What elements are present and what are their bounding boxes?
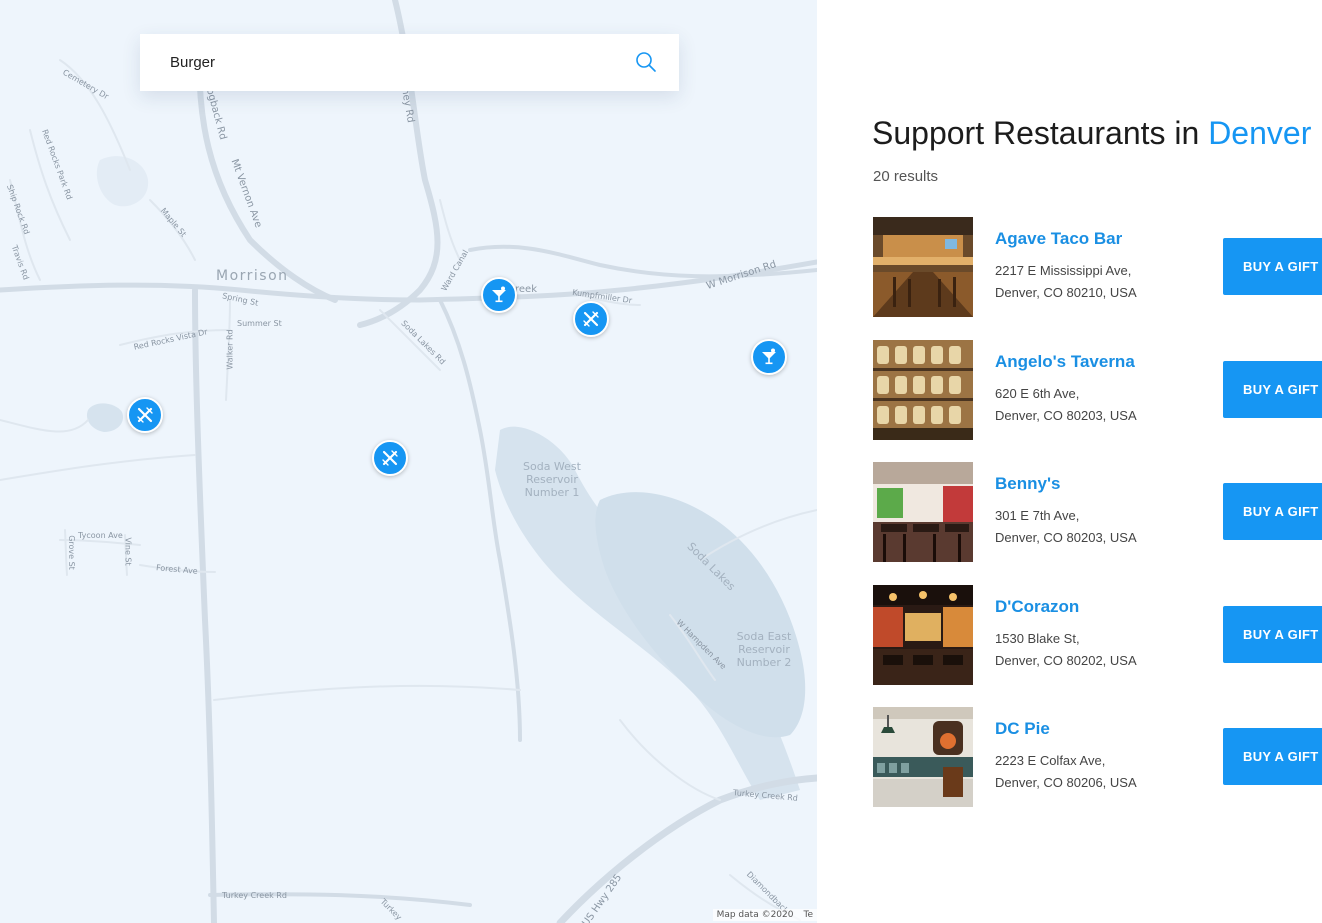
- utensils-icon: [382, 450, 398, 466]
- map-marker-restaurant[interactable]: [573, 301, 609, 337]
- restaurant-photo[interactable]: [873, 584, 973, 685]
- restaurant-photo[interactable]: [873, 707, 973, 807]
- cocktail-icon: [492, 286, 506, 303]
- map-attribution: Map data ©2020 Te: [712, 909, 817, 921]
- restaurant-row: DC Pie 2223 E Colfax Ave, Denver, CO 802…: [873, 707, 1322, 807]
- restaurant-address-line1: 2217 E Mississippi Ave,: [995, 263, 1132, 278]
- map-data-copyright: Map data ©2020: [716, 910, 794, 920]
- restaurant-address-line1: 1530 Blake St,: [995, 630, 1080, 646]
- restaurant-name[interactable]: Agave Taco Bar: [995, 229, 1122, 249]
- restaurant-name[interactable]: Angelo's Taverna: [995, 352, 1135, 372]
- restaurant-photo[interactable]: [873, 462, 973, 562]
- utensils-icon: [583, 311, 599, 327]
- restaurant-address-line1: 2223 E Colfax Ave,: [995, 753, 1106, 768]
- search-box: [140, 34, 679, 91]
- restaurant-address: 1530 Blake St, Denver, CO 80202, USA: [995, 628, 1137, 672]
- map-marker-restaurant[interactable]: [372, 440, 408, 476]
- map-label-bear-creek: reek: [515, 284, 537, 295]
- buy-gift-card-button[interactable]: BUY A GIFT CARD: [1223, 360, 1322, 418]
- map-label-walker-rd: Walker Rd: [225, 329, 235, 370]
- map-label-tycoon-ave: Tycoon Ave: [78, 531, 123, 540]
- restaurant-address: 620 E 6th Ave, Denver, CO 80203, USA: [995, 383, 1137, 427]
- restaurant-name[interactable]: Benny's: [995, 474, 1060, 494]
- restaurant-row: Agave Taco Bar 2217 E Mississippi Ave, D…: [873, 217, 1322, 317]
- map-canvas[interactable]: [0, 0, 817, 923]
- restaurant-photo[interactable]: [873, 217, 973, 317]
- restaurant-address: 301 E 7th Ave, Denver, CO 80203, USA: [995, 505, 1137, 549]
- app: Morrison Spring St Summer St Red Rocks V…: [0, 0, 1322, 923]
- map-label-soda-east: Soda East Reservoir Number 2: [736, 630, 792, 669]
- restaurant-address-line1: 620 E 6th Ave,: [995, 385, 1080, 401]
- utensils-icon: [137, 407, 153, 423]
- map-label-turkey-creek-rd-2: Turkey Creek Rd: [222, 891, 287, 900]
- restaurant-address-line2: Denver, CO 80203, USA: [995, 407, 1137, 423]
- restaurant-row: Angelo's Taverna 620 E 6th Ave, Denver, …: [873, 339, 1322, 440]
- restaurant-row: D'Corazon 1530 Blake St, Denver, CO 8020…: [873, 584, 1322, 685]
- page-title: Support Restaurants in Denver: [872, 115, 1311, 152]
- restaurant-address-line2: Denver, CO 80203, USA: [995, 530, 1137, 545]
- page-title-city[interactable]: Denver: [1208, 115, 1311, 151]
- road-hwy-8: [192, 287, 217, 923]
- restaurant-address-line2: Denver, CO 80202, USA: [995, 652, 1137, 668]
- map[interactable]: Morrison Spring St Summer St Red Rocks V…: [0, 0, 817, 923]
- map-label-soda-west: Soda West Reservoir Number 1: [523, 460, 581, 499]
- restaurant-address-line1: 301 E 7th Ave,: [995, 508, 1080, 523]
- restaurant-address: 2223 E Colfax Ave, Denver, CO 80206, USA: [995, 750, 1137, 794]
- map-label-morrison: Morrison: [216, 268, 289, 284]
- page-title-prefix: Support Restaurants in: [872, 115, 1209, 151]
- map-terms-link[interactable]: Te: [803, 910, 813, 920]
- buy-gift-card-button[interactable]: BUY A GIFT CARD: [1223, 605, 1322, 663]
- restaurant-photo[interactable]: [873, 339, 973, 440]
- result-count: 20 results: [873, 168, 939, 185]
- results-panel: Support Restaurants in Denver 20 results: [817, 0, 1322, 923]
- map-label-grove-st: Grove St: [66, 535, 76, 570]
- hill-shade: [96, 156, 149, 207]
- map-marker-bar[interactable]: [481, 277, 517, 313]
- restaurant-name[interactable]: DC Pie: [995, 719, 1050, 739]
- cocktail-icon: [762, 348, 776, 365]
- buy-gift-card-button[interactable]: BUY A GIFT CARD: [1223, 728, 1322, 785]
- map-marker-restaurant[interactable]: [127, 397, 163, 433]
- search-input[interactable]: [170, 34, 620, 91]
- road-c470: [438, 298, 522, 742]
- restaurant-address: 2217 E Mississippi Ave, Denver, CO 80210…: [995, 260, 1137, 304]
- map-label-summer-st: Summer St: [237, 319, 282, 328]
- restaurant-list: Agave Taco Bar 2217 E Mississippi Ave, D…: [873, 217, 1322, 830]
- map-marker-bar[interactable]: [751, 339, 787, 375]
- map-label-vine-st: Vine St: [123, 537, 133, 566]
- restaurant-name[interactable]: D'Corazon: [995, 597, 1079, 617]
- buy-gift-card-button[interactable]: BUY A GIFT CARD: [1223, 238, 1322, 295]
- restaurant-address-line2: Denver, CO 80210, USA: [995, 285, 1137, 300]
- search-icon[interactable]: [635, 51, 657, 73]
- road-w-morrison: [0, 259, 817, 303]
- restaurant-row: Benny's 301 E 7th Ave, Denver, CO 80203,…: [873, 462, 1322, 562]
- buy-gift-card-button[interactable]: BUY A GIFT CARD: [1223, 483, 1322, 540]
- small-pond: [86, 403, 124, 432]
- restaurant-address-line2: Denver, CO 80206, USA: [995, 775, 1137, 790]
